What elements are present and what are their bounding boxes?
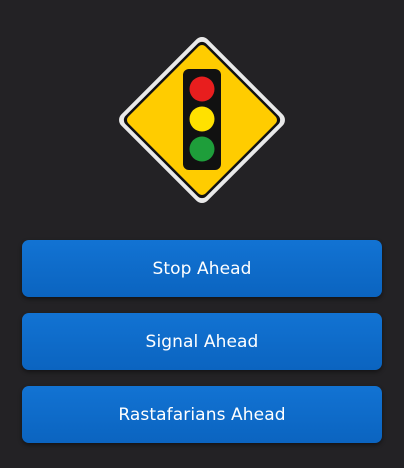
quiz-screen: Stop Ahead Signal Ahead Rastafarians Ahe… [0, 0, 404, 468]
answer-options: Stop Ahead Signal Ahead Rastafarians Ahe… [22, 240, 382, 459]
green-light-icon [189, 136, 215, 162]
answer-label: Signal Ahead [145, 331, 259, 352]
answer-button-rastafarians-ahead[interactable]: Rastafarians Ahead [22, 386, 382, 443]
traffic-signal-sign-icon [112, 30, 292, 210]
answer-button-signal-ahead[interactable]: Signal Ahead [22, 313, 382, 370]
red-light-icon [189, 76, 215, 102]
answer-label: Stop Ahead [152, 258, 252, 279]
answer-label: Rastafarians Ahead [118, 404, 286, 425]
yellow-light-icon [189, 106, 215, 132]
sign-graphic [119, 37, 285, 203]
answer-button-stop-ahead[interactable]: Stop Ahead [22, 240, 382, 297]
